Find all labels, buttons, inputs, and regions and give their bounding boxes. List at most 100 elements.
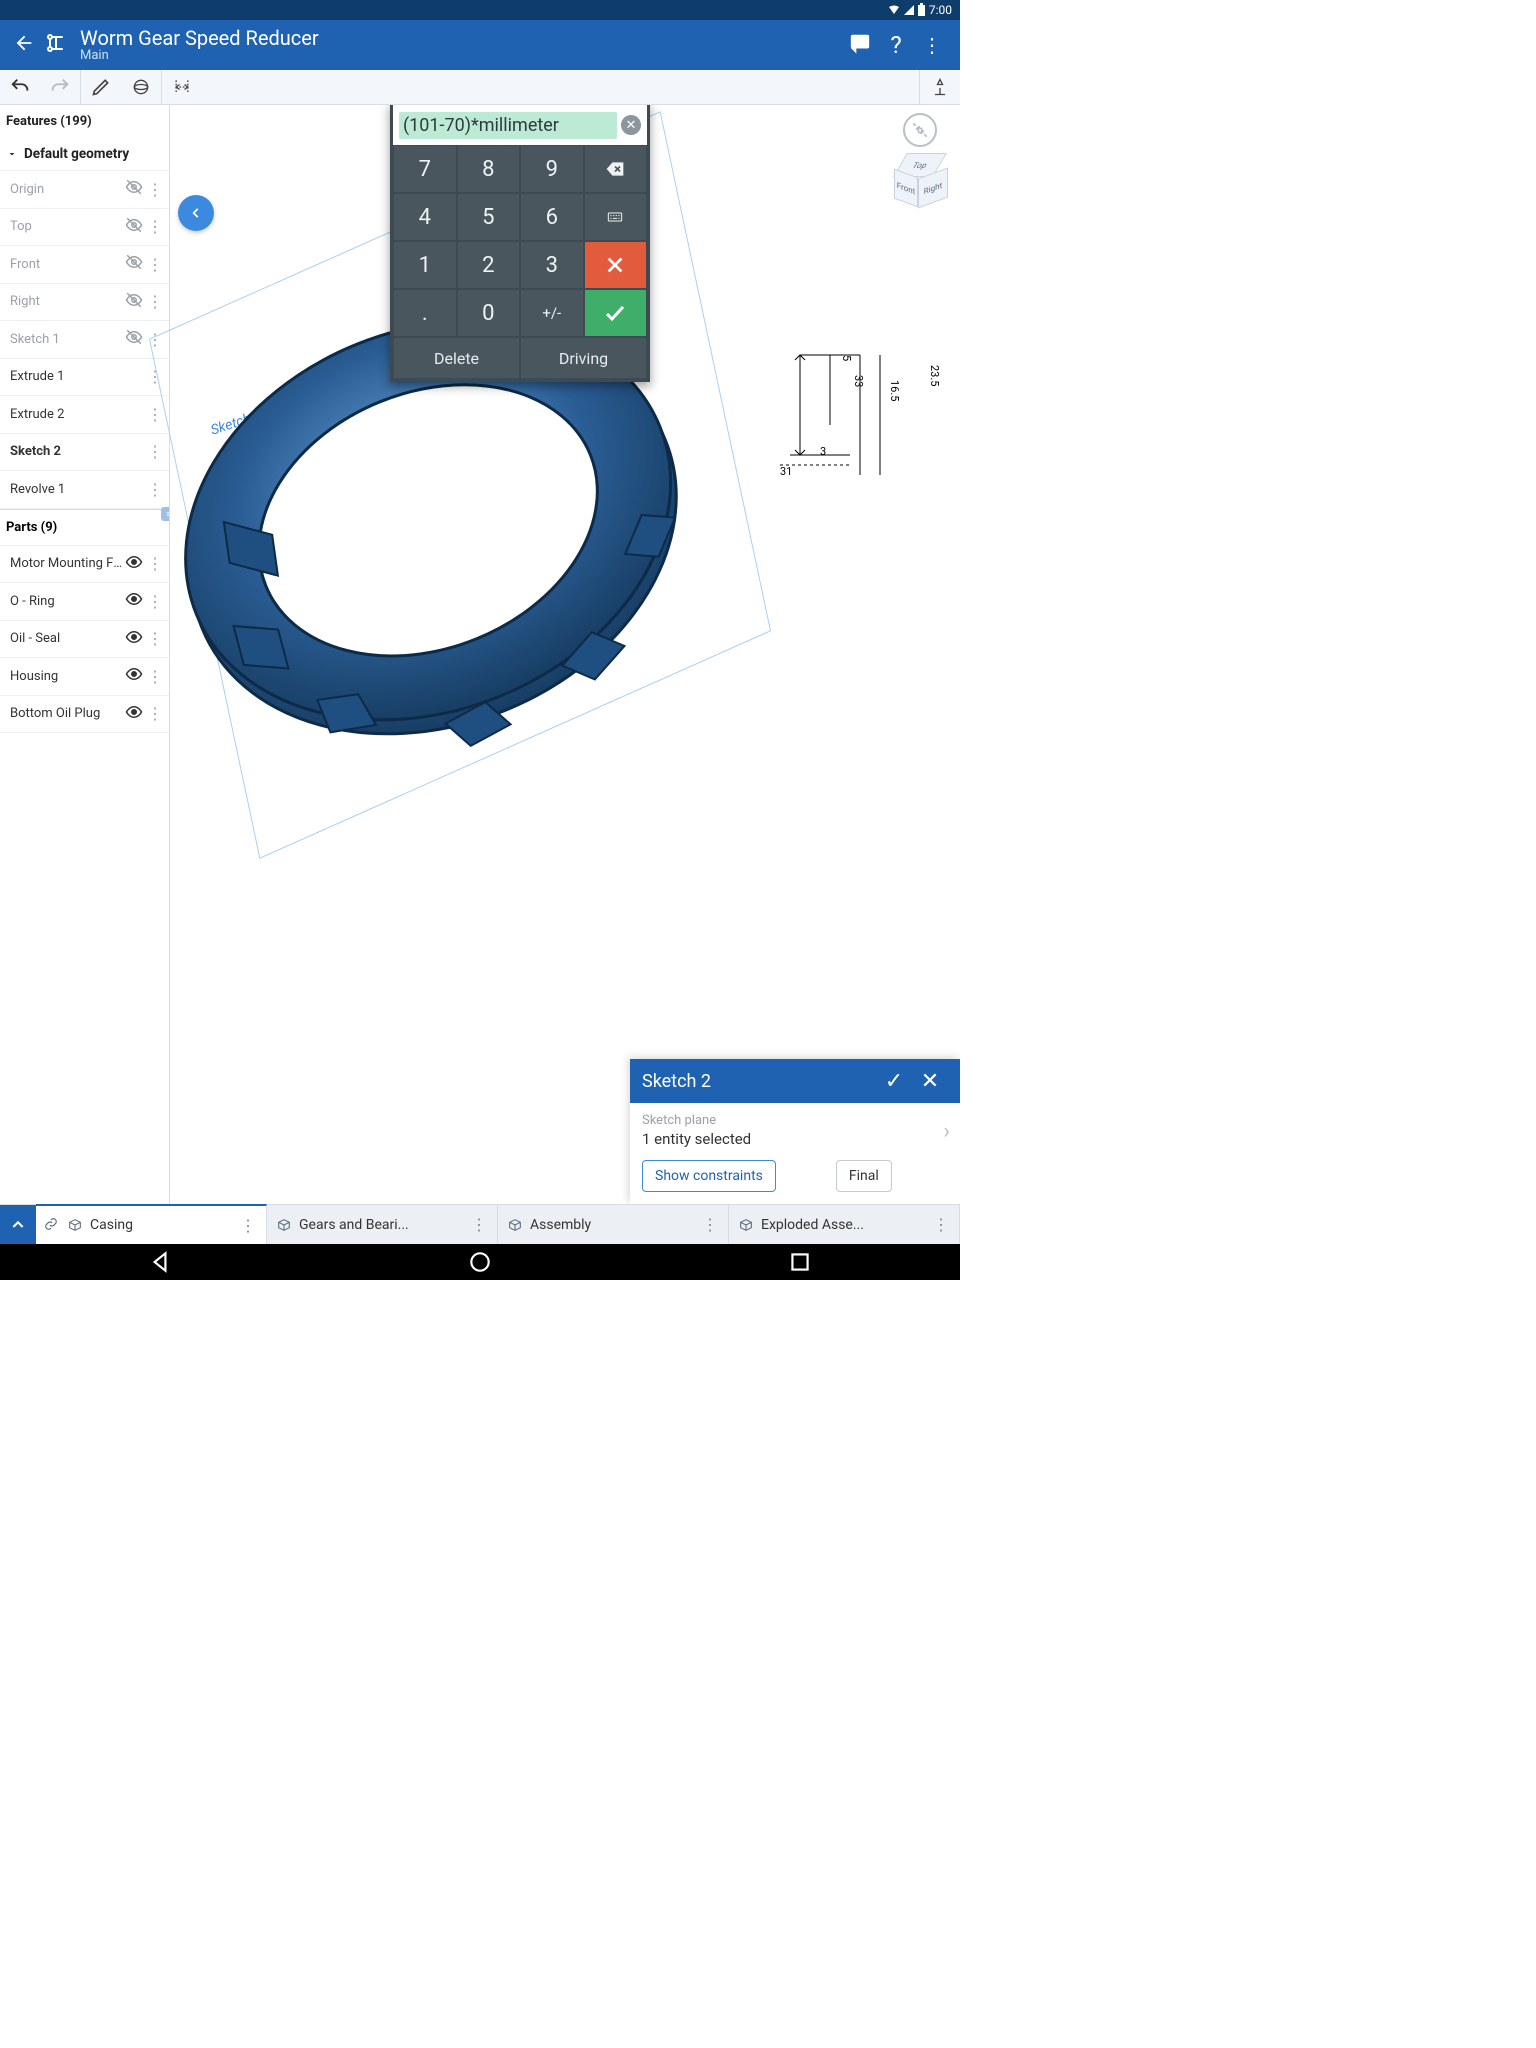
part-row[interactable]: Bottom Oil Plug⋮ xyxy=(0,696,169,734)
final-button[interactable]: Final xyxy=(836,1160,892,1192)
tab-more-icon[interactable]: ⋮ xyxy=(931,1215,951,1234)
tab-more-icon[interactable]: ⋮ xyxy=(469,1215,489,1234)
sketch-properties-panel: Sketch 2 ✓ ✕ Sketch plane 1 entity selec… xyxy=(630,1059,960,1204)
feature-row[interactable]: Extrude 2⋮ xyxy=(0,396,169,434)
keypad-key-0[interactable]: 0 xyxy=(457,289,521,337)
feature-label: Extrude 1 xyxy=(10,369,123,384)
sketch-accept-button[interactable]: ✓ xyxy=(876,1069,912,1094)
visibility-hidden-icon[interactable] xyxy=(123,178,145,200)
visibility-shown-icon[interactable] xyxy=(123,590,145,612)
collapse-sidebar-button[interactable] xyxy=(178,195,214,231)
feature-sidebar[interactable]: Features (199) Default geometry Origin⋮T… xyxy=(0,105,170,1204)
feature-row[interactable]: Right⋮ xyxy=(0,284,169,322)
sketch-plane-value: 1 entity selected xyxy=(642,1130,948,1148)
keypad-clear-button[interactable]: ✕ xyxy=(621,115,641,135)
comments-icon[interactable] xyxy=(842,32,878,59)
keypad-key-6[interactable]: 6 xyxy=(520,193,584,241)
back-button[interactable] xyxy=(10,32,38,58)
keypad-key-7[interactable]: 7 xyxy=(393,145,457,193)
sketch-cancel-button[interactable]: ✕ xyxy=(912,1069,948,1094)
feature-row[interactable]: Revolve 1⋮ xyxy=(0,471,169,509)
canvas-viewport[interactable]: Top Front Right Sketch 2 xyxy=(170,105,960,1204)
visibility-hidden-icon[interactable] xyxy=(123,328,145,350)
show-constraints-button[interactable]: Show constraints xyxy=(642,1160,776,1192)
feature-label: Right xyxy=(10,294,123,309)
keypad-delete-button[interactable]: Delete xyxy=(393,337,520,379)
status-time: 7:00 xyxy=(929,3,952,17)
keypad-expression[interactable]: (101-70)*millimeter xyxy=(399,112,617,139)
android-status-bar: 7:00 xyxy=(0,0,960,20)
feature-more-icon[interactable]: ⋮ xyxy=(145,217,165,236)
visibility-shown-icon[interactable] xyxy=(123,665,145,687)
feature-tree-icon[interactable] xyxy=(44,31,74,59)
visibility-shown-icon[interactable] xyxy=(123,703,145,725)
feature-label: Front xyxy=(10,257,123,272)
part-row[interactable]: Housing⋮ xyxy=(0,658,169,696)
visibility-hidden-icon[interactable] xyxy=(123,291,145,313)
keypad-key-⌫[interactable] xyxy=(584,145,648,193)
view-lock-button[interactable] xyxy=(903,113,937,147)
feature-row[interactable]: Origin⋮ xyxy=(0,171,169,209)
sketch-plane-label: Sketch plane xyxy=(642,1113,948,1128)
nav-back-button[interactable] xyxy=(147,1249,173,1275)
undo-button[interactable] xyxy=(0,70,40,105)
feature-row[interactable]: Extrude 1⋮ xyxy=(0,359,169,397)
visibility-shown-icon[interactable] xyxy=(123,628,145,650)
feature-row[interactable]: Front⋮ xyxy=(0,246,169,284)
keypad-key-2[interactable]: 2 xyxy=(457,241,521,289)
keypad-key-9[interactable]: 9 xyxy=(520,145,584,193)
part-row[interactable]: Oil - Seal⋮ xyxy=(0,621,169,659)
keypad-key-.[interactable]: . xyxy=(393,289,457,337)
sphere-tool-button[interactable] xyxy=(121,70,161,105)
tab-more-icon[interactable]: ⋮ xyxy=(700,1215,720,1234)
tab-exploded-asse-[interactable]: Exploded Asse...⋮ xyxy=(729,1205,960,1244)
feature-row[interactable]: Sketch 2⋮ xyxy=(0,434,169,472)
keypad-key-✓[interactable] xyxy=(584,289,648,337)
document-tabs: Casing⋮Gears and Beari...⋮Assembly⋮Explo… xyxy=(0,1204,960,1244)
keypad-key-⌨[interactable] xyxy=(584,193,648,241)
tab-more-icon[interactable]: ⋮ xyxy=(238,1216,258,1235)
toolbar xyxy=(0,70,960,105)
precision-tool-button[interactable] xyxy=(920,70,960,105)
part-row[interactable]: Motor Mounting Fla...⋮ xyxy=(0,546,169,584)
feature-more-icon[interactable]: ⋮ xyxy=(145,180,165,199)
feature-label: Extrude 2 xyxy=(10,407,123,422)
tab-label: Assembly xyxy=(530,1217,694,1233)
part-label: O - Ring xyxy=(10,594,123,609)
battery-icon xyxy=(918,5,925,16)
keypad-key-1[interactable]: 1 xyxy=(393,241,457,289)
keypad-key-5[interactable]: 5 xyxy=(457,193,521,241)
tab-casing[interactable]: Casing⋮ xyxy=(36,1204,267,1244)
nav-home-button[interactable] xyxy=(467,1249,493,1275)
visibility-shown-icon[interactable] xyxy=(123,553,145,575)
keypad-key-✕[interactable] xyxy=(584,241,648,289)
main-area: Features (199) Default geometry Origin⋮T… xyxy=(0,105,960,1204)
overflow-menu-icon[interactable]: ⋮ xyxy=(914,33,950,57)
tab-label: Gears and Beari... xyxy=(299,1217,463,1233)
part-row[interactable]: O - Ring⋮ xyxy=(0,583,169,621)
wifi-icon xyxy=(888,5,900,15)
dimension-tool-button[interactable] xyxy=(162,70,202,105)
app-bar: Worm Gear Speed Reducer Main ? ⋮ xyxy=(0,20,960,70)
view-cube[interactable]: Top Front Right xyxy=(892,153,948,209)
keypad-key-4[interactable]: 4 xyxy=(393,193,457,241)
sketch-plane-chevron-icon[interactable]: › xyxy=(943,1119,950,1144)
keypad-key-3[interactable]: 3 xyxy=(520,241,584,289)
keypad-key-+/-[interactable]: +/- xyxy=(520,289,584,337)
tab-gears-and-beari-[interactable]: Gears and Beari... ⋮ xyxy=(267,1205,498,1244)
visibility-hidden-icon[interactable] xyxy=(123,253,145,275)
sketch-tool-button[interactable] xyxy=(81,70,121,105)
default-geometry-expander[interactable]: Default geometry xyxy=(0,138,169,171)
visibility-hidden-icon[interactable] xyxy=(123,216,145,238)
feature-row[interactable]: Sketch 1⋮ xyxy=(0,321,169,359)
tabs-expand-button[interactable] xyxy=(0,1205,36,1244)
features-header: Features (199) xyxy=(0,105,169,138)
tab-assembly[interactable]: Assembly ⋮ xyxy=(498,1205,729,1244)
keypad-key-8[interactable]: 8 xyxy=(457,145,521,193)
doc-title: Worm Gear Speed Reducer xyxy=(80,27,842,49)
help-icon[interactable]: ? xyxy=(878,31,914,59)
feature-row[interactable]: Top⋮ xyxy=(0,209,169,247)
keypad-driving-button[interactable]: Driving xyxy=(520,337,647,379)
nav-recent-button[interactable] xyxy=(787,1249,813,1275)
redo-button[interactable] xyxy=(40,70,80,105)
